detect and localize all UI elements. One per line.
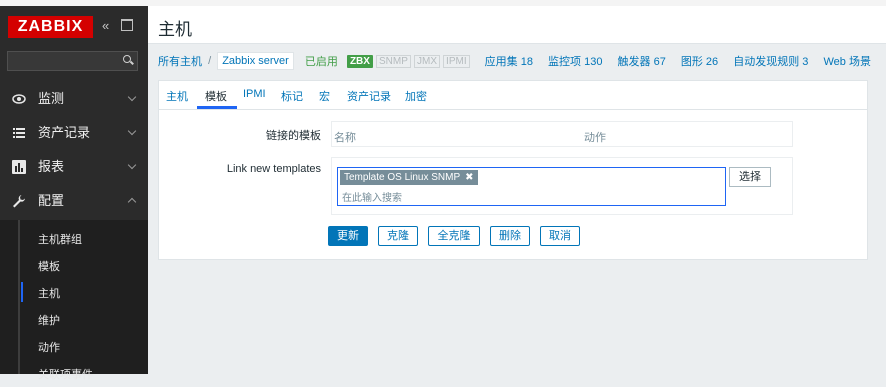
- submenu-item-maintenance[interactable]: 维护: [0, 305, 148, 333]
- tab-host[interactable]: 主机: [166, 88, 188, 104]
- page-title: 主机: [158, 20, 192, 39]
- configuration-submenu: 主机群组 模板 主机 维护 动作 关联项事件: [0, 220, 148, 381]
- update-button[interactable]: 更新: [328, 226, 368, 246]
- linked-templates-label: 链接的模板: [266, 130, 321, 142]
- full-clone-button[interactable]: 全克隆: [428, 226, 480, 246]
- bar-chart-icon: [12, 160, 26, 174]
- submenu-item-host-groups[interactable]: 主机群组: [0, 224, 148, 252]
- menu-item-inventory[interactable]: 资产记录: [0, 116, 148, 150]
- delete-button[interactable]: 删除: [490, 226, 530, 246]
- kiosk-mode-icon[interactable]: [121, 19, 133, 31]
- menu-item-reports[interactable]: 报表: [0, 150, 148, 184]
- active-tab-indicator: [197, 106, 237, 109]
- chevron-down-icon: [127, 160, 137, 170]
- link-applications[interactable]: 应用集 18: [485, 53, 533, 69]
- link-items[interactable]: 监控项 130: [548, 53, 602, 69]
- breadcrumb-all-hosts[interactable]: 所有主机: [158, 53, 202, 69]
- collapse-sidebar-icon[interactable]: «: [102, 18, 109, 34]
- menu-label: 报表: [38, 159, 65, 174]
- sidebar: ZABBIX « 监测 资产记录 报表 配置 主机群组 模板 主机 维护 动作 …: [0, 6, 148, 381]
- tab-inventory[interactable]: 资产记录: [347, 88, 391, 104]
- page-header: 主机: [148, 6, 886, 44]
- clone-button[interactable]: 克隆: [378, 226, 418, 246]
- eye-icon: [12, 94, 26, 104]
- submenu-label: 关联项事件: [38, 369, 93, 381]
- tab-ipmi[interactable]: IPMI: [243, 88, 266, 100]
- submenu-item-hosts[interactable]: 主机: [0, 278, 148, 306]
- linked-templates-table: 名称 动作: [331, 121, 793, 147]
- menu-label: 资产记录: [38, 125, 91, 140]
- tab-encryption[interactable]: 加密: [405, 88, 427, 104]
- submenu-label: 主机: [38, 288, 60, 300]
- snmp-availability-badge: SNMP: [376, 54, 411, 68]
- host-form-panel: 主机 模板 IPMI 标记 宏 资产记录 加密 链接的模板 名称 动作 Link…: [158, 80, 868, 260]
- link-triggers[interactable]: 触发器 67: [618, 53, 666, 69]
- chevron-up-icon: [127, 197, 137, 207]
- link-discovery-rules[interactable]: 自动发现规则 3: [733, 53, 808, 69]
- breadcrumb-host[interactable]: Zabbix server: [217, 52, 294, 70]
- list-icon: [13, 128, 25, 138]
- select-template-button[interactable]: 选择: [729, 167, 771, 187]
- zbx-availability-badge: ZBX: [346, 54, 373, 68]
- host-breadcrumb: 所有主机 / Zabbix server 已启用 ZBX SNMP JMX IP…: [158, 52, 871, 76]
- tab-templates[interactable]: 模板: [205, 88, 227, 104]
- link-web-scenarios[interactable]: Web 场景: [823, 53, 870, 69]
- wrench-icon: [13, 195, 25, 208]
- submenu-label: 模板: [38, 261, 60, 273]
- link-new-templates-label: Link new templates: [226, 163, 321, 175]
- tab-macros[interactable]: 宏: [319, 88, 330, 104]
- submenu-item-templates[interactable]: 模板: [0, 251, 148, 279]
- menu-label: 配置: [38, 193, 65, 208]
- remove-chip-icon[interactable]: ✖: [465, 172, 473, 183]
- menu-item-monitoring[interactable]: 监测: [0, 82, 148, 116]
- search-icon[interactable]: [123, 55, 132, 64]
- column-action-header: 动作: [584, 132, 606, 144]
- menu-label: 监测: [38, 91, 65, 106]
- chevron-down-icon: [127, 126, 137, 136]
- sidebar-search-input[interactable]: [7, 51, 138, 71]
- tab-tags[interactable]: 标记: [281, 88, 303, 104]
- submenu-label: 维护: [38, 315, 60, 327]
- zabbix-logo[interactable]: ZABBIX: [8, 16, 93, 38]
- chevron-down-icon: [127, 92, 137, 102]
- tab-bar: 主机 模板 IPMI 标记 宏 资产记录 加密: [159, 81, 867, 110]
- breadcrumb-separator: /: [208, 55, 212, 67]
- link-new-templates-field: Template OS Linux SNMP ✖ 在此输入搜索 选择: [331, 157, 793, 215]
- selected-template-chip: Template OS Linux SNMP ✖: [340, 170, 478, 185]
- multiselect-search-input[interactable]: 在此输入搜索: [342, 189, 402, 204]
- template-multiselect[interactable]: Template OS Linux SNMP ✖ 在此输入搜索: [337, 167, 726, 206]
- logo-row: ZABBIX «: [0, 6, 148, 44]
- column-name-header: 名称: [334, 132, 356, 144]
- submenu-label: 动作: [38, 342, 60, 354]
- cancel-button[interactable]: 取消: [540, 226, 580, 246]
- submenu-item-event-correlation[interactable]: 关联项事件: [0, 359, 148, 387]
- chip-label: Template OS Linux SNMP: [344, 172, 461, 183]
- link-graphs[interactable]: 图形 26: [681, 53, 718, 69]
- jmx-availability-badge: JMX: [413, 54, 440, 68]
- ipmi-availability-badge: IPMI: [443, 54, 470, 68]
- submenu-label: 主机群组: [38, 234, 82, 246]
- menu-item-configuration[interactable]: 配置: [0, 184, 148, 218]
- submenu-item-actions[interactable]: 动作: [0, 332, 148, 360]
- status-enabled[interactable]: 已启用: [305, 53, 338, 69]
